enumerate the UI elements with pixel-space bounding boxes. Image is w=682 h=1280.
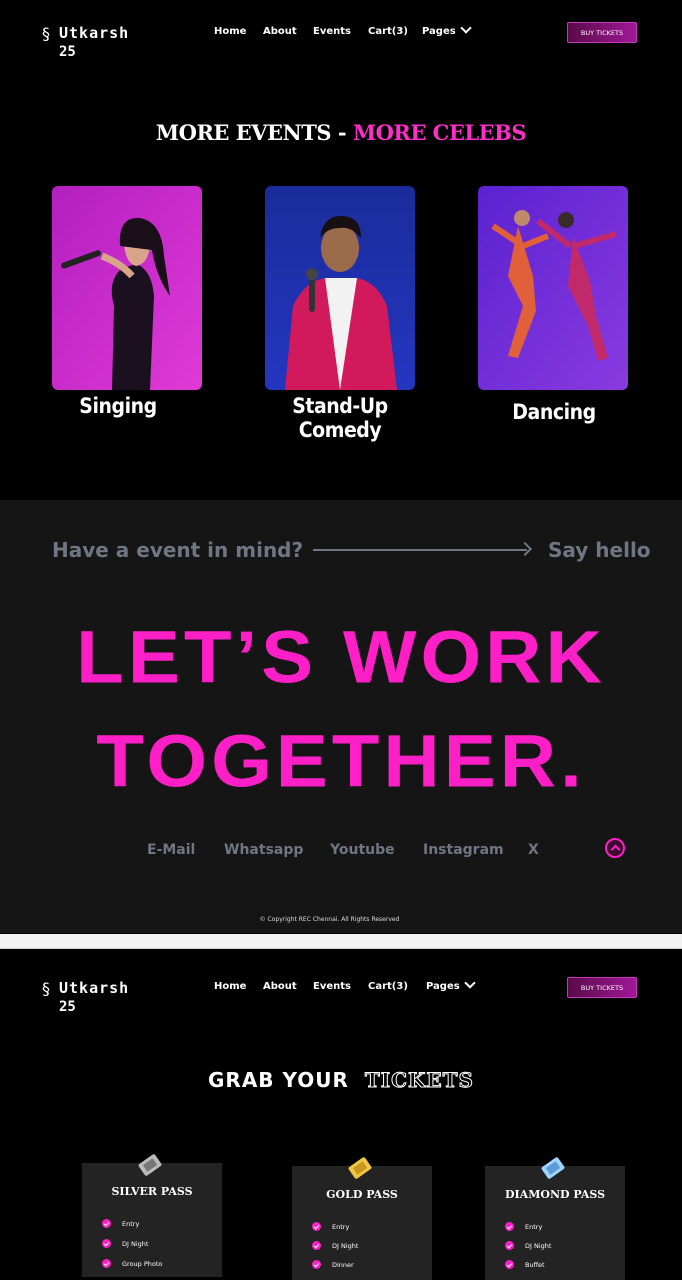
feature-label: DJ Night [122, 1239, 149, 1248]
chevron-down-icon-2 [464, 977, 476, 989]
feature-label: DJ Night [332, 1241, 359, 1250]
pass-card-diamond[interactable]: DIAMOND PASS Entry DJ Night Buffet [485, 1157, 625, 1280]
pass-card-silver[interactable]: SILVER PASS Entry DJ Night Group Photo [82, 1154, 222, 1277]
arrow-line [313, 549, 527, 551]
singing-image [52, 186, 202, 390]
social-youtube[interactable]: Youtube [330, 842, 395, 858]
nav-about-2[interactable]: About [263, 981, 297, 992]
events-title-pink: MORE CELEBS [352, 120, 527, 145]
check-icon [312, 1260, 321, 1269]
headline-line-1: LET’S WORK [76, 615, 606, 699]
event-card-standup[interactable] [265, 186, 415, 390]
feature-item: Entry [312, 1222, 349, 1231]
copyright: © Copyright REC Chennai. All Rights Rese… [259, 916, 400, 923]
check-icon [505, 1260, 514, 1269]
logo-number-2: 25 [59, 999, 76, 1015]
check-icon [505, 1222, 514, 1231]
say-hello-link[interactable]: Say hello [548, 538, 651, 562]
diamond-ticket-icon [541, 1157, 565, 1179]
logo-word-2: Utkarsh [59, 979, 130, 997]
pass-title-diamond: DIAMOND PASS [504, 1188, 606, 1201]
event-label-dancing: Dancing [512, 400, 596, 424]
event-card-dancing[interactable] [478, 186, 628, 390]
tickets-title: GRAB YOUR TICKETS [0, 1068, 682, 1093]
check-icon [505, 1241, 514, 1250]
logo-mark-icon-2: § [42, 979, 50, 998]
event-card-singing[interactable] [52, 186, 202, 390]
feature-label: Dinner [332, 1260, 354, 1269]
check-icon [312, 1222, 321, 1231]
nav-pages-2[interactable]: Pages [426, 977, 476, 992]
standup-image [265, 186, 415, 390]
social-x[interactable]: X [528, 842, 539, 858]
screenshot-divider [0, 934, 682, 949]
nav-events[interactable]: Events [313, 26, 351, 37]
feature-label: Group Photo [122, 1259, 163, 1268]
chevron-down-icon [460, 22, 472, 34]
ask-text: Have a event in mind? [52, 538, 304, 562]
gold-ticket-icon [348, 1157, 372, 1179]
check-icon [102, 1239, 111, 1248]
nav-pages-label-2: Pages [426, 981, 460, 992]
pass-card-gold[interactable]: GOLD PASS Entry DJ Night Dinner [292, 1157, 432, 1280]
contact-section: Have a event in mind? Say hello LET’S WO… [0, 500, 682, 933]
top-navbar-2: § Utkarsh 25 Home About Events Cart(3) P… [0, 955, 682, 1015]
logo-mark-icon: § [42, 24, 50, 43]
silver-ticket-icon [138, 1154, 162, 1176]
social-instagram[interactable]: Instagram [423, 842, 504, 858]
event-label-standup: Stand-Up Comedy [292, 394, 388, 442]
check-icon [102, 1219, 111, 1228]
social-email[interactable]: E-Mail [147, 842, 195, 858]
feature-label: Entry [525, 1222, 543, 1231]
event-label-singing: Singing [79, 394, 157, 418]
events-title-white: MORE EVENTS - [155, 120, 353, 145]
feature-item: Dinner [312, 1260, 354, 1269]
nav-home[interactable]: Home [214, 26, 246, 37]
nav-cart-2[interactable]: Cart(3) [368, 981, 408, 992]
feature-item: Entry [102, 1219, 139, 1228]
feature-item: Group Photo [102, 1259, 162, 1268]
pass-title-gold: GOLD PASS [326, 1188, 398, 1201]
nav-events-2[interactable]: Events [313, 981, 351, 992]
feature-item: DJ Night [505, 1241, 551, 1250]
nav-pages[interactable]: Pages [422, 22, 472, 37]
tickets-title-outline: TICKETS [364, 1068, 474, 1093]
nav-home-2[interactable]: Home [214, 981, 246, 992]
events-title: MORE EVENTS - MORE CELEBS [0, 120, 682, 145]
pass-title-silver: SILVER PASS [111, 1185, 193, 1198]
nav-pages-label: Pages [422, 26, 456, 37]
feature-label: Buffet [525, 1260, 545, 1269]
buy-tickets-button[interactable]: BUY TICKETS [567, 22, 637, 43]
buy-tickets-button-2[interactable]: BUY TICKETS [567, 977, 637, 998]
feature-label: DJ Night [525, 1241, 552, 1250]
feature-item: DJ Night [102, 1239, 148, 1248]
nav-about[interactable]: About [263, 26, 297, 37]
feature-item: DJ Night [312, 1241, 358, 1250]
check-icon [312, 1241, 321, 1250]
feature-item: Entry [505, 1222, 542, 1231]
top-navbar: § Utkarsh 25 Home About Events Cart(3) P… [0, 0, 682, 60]
headline-line-2: TOGETHER. [96, 719, 586, 803]
nav-cart[interactable]: Cart(3) [368, 26, 408, 37]
dancing-image [478, 186, 628, 390]
logo-number: 25 [59, 44, 76, 60]
feature-item: Buffet [505, 1260, 545, 1269]
tickets-title-plain: GRAB YOUR [208, 1068, 349, 1092]
logo-word: Utkarsh [59, 24, 130, 42]
social-whatsapp[interactable]: Whatsapp [224, 842, 303, 858]
scroll-top-icon[interactable] [605, 838, 625, 858]
check-icon [102, 1259, 111, 1268]
arrow-right-icon [517, 541, 533, 557]
feature-label: Entry [122, 1219, 140, 1228]
feature-label: Entry [332, 1222, 350, 1231]
